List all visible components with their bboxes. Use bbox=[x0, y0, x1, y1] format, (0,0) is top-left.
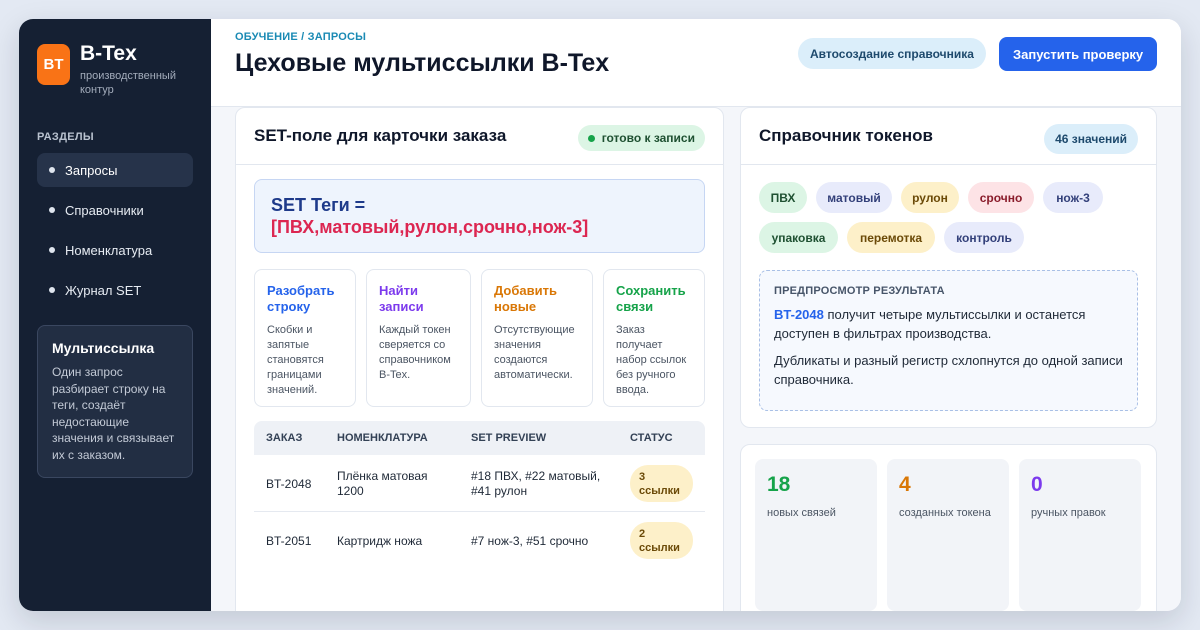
sidebar-item-label: Номенклатура bbox=[65, 242, 153, 258]
token-chip[interactable]: ПВХ bbox=[759, 182, 807, 213]
table-header: ЗАКАЗ НОМЕНКЛАТУРА SET PREVIEW СТАТУС bbox=[254, 421, 705, 455]
stat-label: ручных правок bbox=[1031, 507, 1106, 519]
order-link[interactable]: BT-2048 bbox=[774, 307, 824, 322]
token-count-badge: 46 значений bbox=[1044, 124, 1138, 154]
stat-created-tokens: 4 созданных токена bbox=[887, 459, 1009, 611]
step-title: Добавить новые bbox=[494, 283, 557, 314]
bullet-icon bbox=[49, 167, 55, 173]
token-chip[interactable]: перемотка bbox=[847, 222, 935, 253]
column-header: ЗАКАЗ bbox=[266, 432, 303, 444]
token-directory-card: Справочник токенов 46 значений ПВХ матов… bbox=[740, 107, 1157, 428]
stats-card: 18 новых связей 4 созданных токена 0 руч… bbox=[740, 444, 1157, 611]
step-card: Сохранить связи Заказ получает набор ссы… bbox=[603, 269, 705, 407]
preview-cell: #18 ПВХ, #22 матовый, #41 рулон bbox=[471, 469, 601, 498]
status-dot-icon bbox=[587, 134, 595, 142]
step-card: Разобрать строку Скобки и запятые станов… bbox=[254, 269, 356, 407]
status-badge: готово к записи bbox=[577, 125, 705, 151]
card-title: SET-поле для карточки заказа bbox=[254, 126, 507, 145]
order-cell: BT-2051 bbox=[266, 534, 312, 548]
sidebar-section-title: РАЗДЕЛЫ bbox=[37, 131, 94, 143]
info-title: Мультиссылка bbox=[52, 340, 155, 356]
column-header: НОМЕНКЛАТУРА bbox=[337, 432, 428, 444]
app-window: BT B-Tex производственный контур РАЗДЕЛЫ… bbox=[19, 19, 1181, 611]
item-cell: Картридж ножа bbox=[337, 534, 423, 548]
step-title: Найти записи bbox=[379, 283, 424, 314]
item-cell: Плёнка матовая 1200 bbox=[337, 469, 428, 498]
main-content: ОБУЧЕНИЕ / ЗАПРОСЫ Цеховые мультиссылки … bbox=[211, 19, 1181, 611]
table-row[interactable]: BT-2051 Картридж ножа #7 нож-3, #51 сроч… bbox=[254, 512, 705, 569]
token-chip[interactable]: контроль bbox=[944, 222, 1024, 253]
token-chip[interactable]: упаковка bbox=[759, 222, 838, 253]
sidebar-item-requests[interactable]: Запросы bbox=[37, 153, 193, 187]
step-text: Отсутствующие значения создаются автомат… bbox=[494, 324, 575, 381]
step-card: Добавить новые Отсутствующие значения со… bbox=[481, 269, 593, 407]
brand: BT B-Tex производственный контур bbox=[37, 43, 193, 97]
info-text: Один запрос разбирает строку на теги, со… bbox=[52, 365, 175, 462]
token-chip[interactable]: нож-3 bbox=[1043, 182, 1103, 213]
step-card: Найти записи Каждый токен сверяется со с… bbox=[366, 269, 471, 407]
card-header: Справочник токенов 46 значений bbox=[741, 108, 1156, 165]
sidebar-item-label: Журнал SET bbox=[65, 282, 142, 298]
status-label: готово к записи bbox=[601, 131, 695, 145]
card-title: Справочник токенов bbox=[759, 126, 933, 145]
bullet-icon bbox=[49, 287, 55, 293]
orders-table: ЗАКАЗ НОМЕНКЛАТУРА SET PREVIEW СТАТУС BT… bbox=[254, 421, 705, 569]
sidebar-item-label: Справочники bbox=[65, 202, 144, 218]
set-expression: SET Теги = [ПВХ,матовый,рулон,срочно,нож… bbox=[254, 179, 705, 253]
links-status-badge: 3 ссылки bbox=[630, 465, 693, 502]
token-chip[interactable]: срочно bbox=[968, 182, 1034, 213]
stat-value: 0 bbox=[1031, 473, 1043, 496]
sidebar-item-label: Запросы bbox=[65, 162, 118, 178]
stat-value: 18 bbox=[767, 473, 791, 496]
stat-new-links: 18 новых связей bbox=[755, 459, 877, 611]
brand-logo: BT bbox=[37, 44, 70, 85]
sidebar: BT B-Tex производственный контур РАЗДЕЛЫ… bbox=[19, 19, 211, 611]
brand-name: B-Tex bbox=[80, 42, 137, 65]
step-text: Скобки и запятые становятся границами зн… bbox=[267, 324, 324, 396]
sidebar-item-nomenclature[interactable]: Номенклатура bbox=[37, 233, 193, 267]
multilink-info-box: Мультиссылка Один запрос разбирает строк… bbox=[37, 325, 193, 478]
preview-cell: #7 нож-3, #51 срочно bbox=[471, 534, 589, 548]
preview-text: BT-2048 получит четыре мультиссылки и ос… bbox=[774, 305, 1123, 343]
step-title: Сохранить связи bbox=[616, 283, 686, 314]
token-chip[interactable]: матовый bbox=[816, 182, 892, 213]
table-row[interactable]: BT-2048 Плёнка матовая 1200 #18 ПВХ, #22… bbox=[254, 455, 705, 512]
preview-note: Дубликаты и разный регистр схлопнутся до… bbox=[774, 353, 1123, 387]
bullet-icon bbox=[49, 207, 55, 213]
stat-label: новых связей bbox=[767, 507, 836, 519]
set-expression-head: SET Теги = bbox=[271, 195, 366, 215]
step-title: Разобрать строку bbox=[267, 283, 335, 314]
sidebar-item-directories[interactable]: Справочники bbox=[37, 193, 193, 227]
sidebar-nav: Запросы Справочники Номенклатура Журнал … bbox=[37, 153, 193, 307]
card-header: SET-поле для карточки заказа готово к за… bbox=[236, 108, 723, 165]
stat-manual-edits: 0 ручных правок bbox=[1019, 459, 1141, 611]
step-text: Заказ получает набор ссылок без ручного … bbox=[616, 324, 687, 396]
stat-label: созданных токена bbox=[899, 507, 991, 519]
links-status-badge: 2 ссылки bbox=[630, 522, 693, 559]
sidebar-item-set-log[interactable]: Журнал SET bbox=[37, 273, 193, 307]
bullet-icon bbox=[49, 247, 55, 253]
brand-subtitle: производственный контур bbox=[80, 70, 176, 96]
set-field-card: SET-поле для карточки заказа готово к за… bbox=[235, 107, 724, 611]
order-cell: BT-2048 bbox=[266, 477, 312, 491]
step-text: Каждый токен сверяется со справочником B… bbox=[379, 324, 451, 381]
column-header: СТАТУС bbox=[630, 432, 673, 444]
column-header: SET PREVIEW bbox=[471, 432, 547, 444]
token-chip[interactable]: рулон bbox=[901, 182, 959, 213]
preview-title: ПРЕДПРОСМОТР РЕЗУЛЬТАТА bbox=[774, 285, 945, 297]
run-check-button[interactable]: Запустить проверку bbox=[999, 37, 1158, 71]
set-expression-values: [ПВХ,матовый,рулон,срочно,нож-3] bbox=[271, 217, 589, 237]
stat-value: 4 bbox=[899, 473, 911, 496]
page-header: ОБУЧЕНИЕ / ЗАПРОСЫ Цеховые мультиссылки … bbox=[211, 19, 1181, 107]
auto-create-directory-button[interactable]: Автосоздание справочника bbox=[798, 38, 986, 69]
result-preview: ПРЕДПРОСМОТР РЕЗУЛЬТАТА BT-2048 получит … bbox=[759, 270, 1138, 411]
